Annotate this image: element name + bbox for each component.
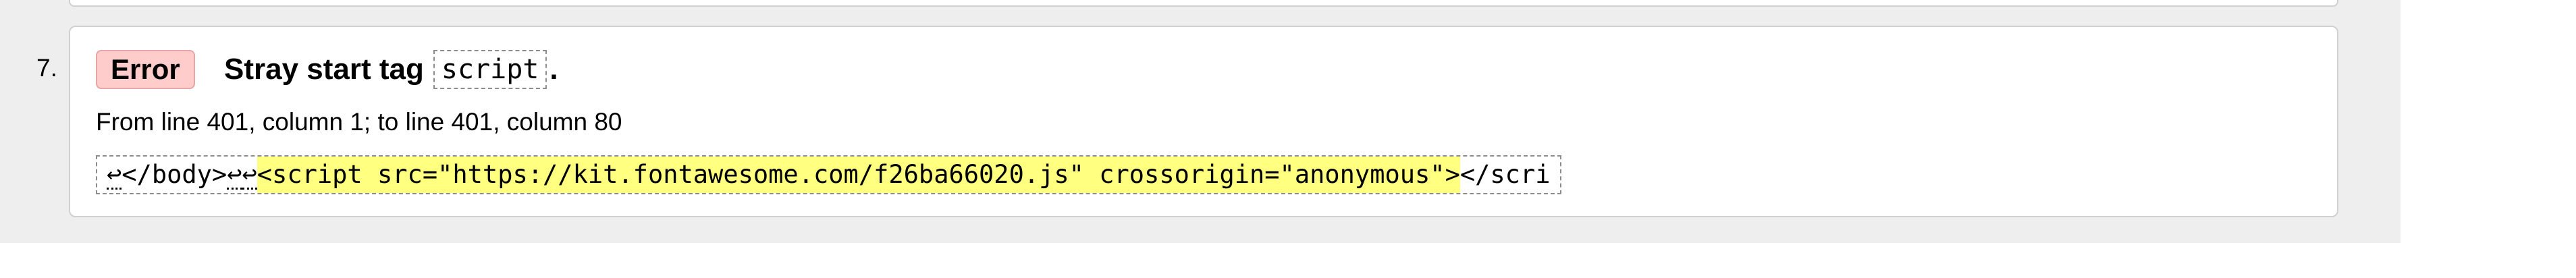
source-extract: ↩ </body> ↩ ↩ <script src="https://kit.fonta…: [96, 155, 1561, 194]
code-token: script: [433, 50, 547, 89]
extract-before: </body>: [122, 160, 227, 189]
error-badge: Error: [96, 50, 195, 89]
message-number: 7.: [36, 54, 57, 82]
message-text: Stray start tag script .: [224, 50, 558, 89]
line-break-icon: ↩: [242, 159, 257, 190]
extract-highlight: <script src="https://kit.fontawesome.com…: [257, 157, 1460, 193]
line-break-icon: ↩: [107, 159, 122, 190]
location-text: From line 401, column 1; to line 401, co…: [96, 108, 622, 136]
line-break-icon: ↩: [227, 159, 242, 190]
extract-after: </scri: [1459, 160, 1551, 189]
message-end: .: [549, 53, 558, 86]
previous-message-card: [69, 0, 2338, 7]
message-label: Stray start tag: [224, 53, 424, 86]
error-message-card: Error Stray start tag script . From line…: [69, 26, 2338, 217]
